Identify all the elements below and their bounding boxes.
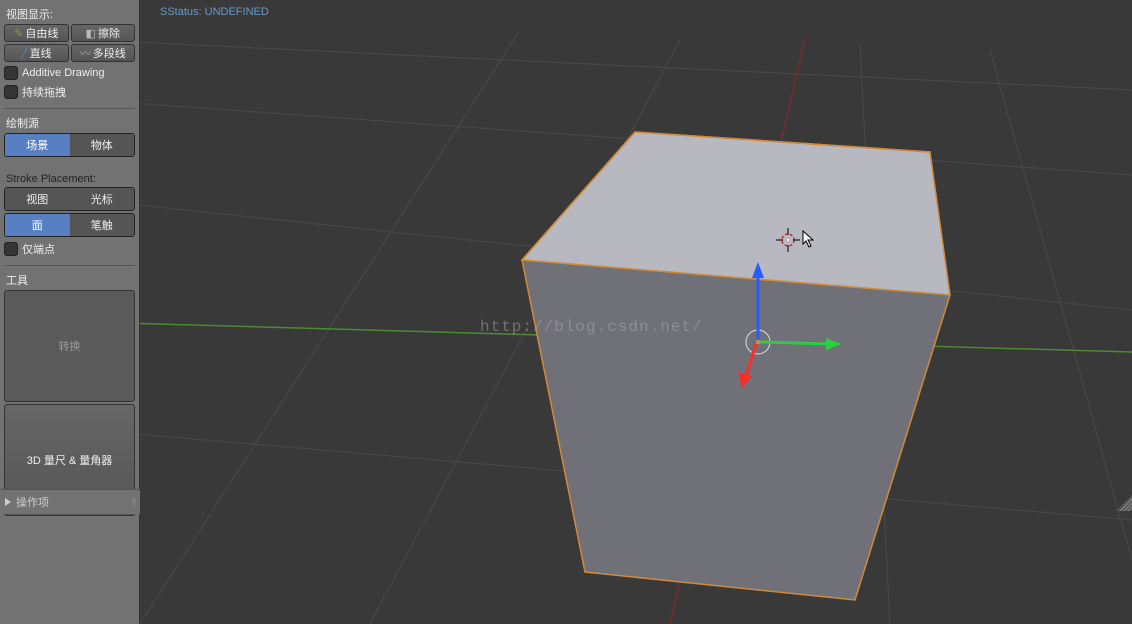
transform-button[interactable]: 转换	[4, 290, 135, 402]
draw-tools-row2: 直线 多段线	[4, 44, 135, 62]
additive-row[interactable]: Additive Drawing	[4, 66, 135, 80]
additive-checkbox[interactable]	[4, 66, 18, 80]
ops-expand-icon[interactable]	[5, 498, 11, 506]
endpoints-row[interactable]: 仅端点	[4, 241, 135, 257]
source-toggle: 场景 物体	[4, 133, 135, 157]
pencil-icon	[14, 27, 23, 40]
continuous-label: 持续拖拽	[22, 84, 66, 100]
3d-viewport[interactable]: SStatus: UNDEFINED	[140, 0, 1132, 624]
sp-cursor-button[interactable]: 光标	[70, 188, 135, 210]
tool-panel: 视图显示: 自由线 擦除 直线 多段线 Additive Drawing 持续拖…	[0, 0, 140, 624]
viewport-scene	[140, 0, 1132, 624]
sp-surface-button[interactable]: 面	[5, 214, 70, 236]
tools-section-label: 工具	[6, 272, 133, 288]
continuous-row[interactable]: 持续拖拽	[4, 84, 135, 100]
stroke-placement-label: Stroke Placement:	[6, 173, 133, 185]
freehand-button[interactable]: 自由线	[4, 24, 69, 42]
endpoints-label: 仅端点	[22, 241, 55, 257]
view-display-label: 视图显示:	[6, 6, 133, 22]
stroke-placement-row1: 视图 光标	[4, 187, 135, 211]
erase-label: 擦除	[98, 25, 120, 41]
additive-label: Additive Drawing	[22, 67, 105, 79]
poly-icon	[80, 45, 91, 61]
poly-label: 多段线	[93, 45, 126, 61]
poly-button[interactable]: 多段线	[71, 44, 136, 62]
transform-gizmo	[738, 262, 842, 388]
line-button[interactable]: 直线	[4, 44, 69, 62]
draw-source-label: 绘制源	[6, 115, 133, 131]
panel-grip-icon[interactable]: ⠿	[131, 498, 136, 507]
area-splitter-icon[interactable]	[1116, 495, 1132, 511]
eraser-icon	[86, 27, 96, 40]
source-scene-button[interactable]: 场景	[5, 134, 70, 156]
continuous-checkbox[interactable]	[4, 85, 18, 99]
3d-cursor-icon	[776, 228, 800, 252]
sp-stroke-button[interactable]: 笔触	[70, 214, 135, 236]
endpoints-checkbox[interactable]	[4, 242, 18, 256]
cube-mesh	[522, 132, 960, 600]
draw-tools-row1: 自由线 擦除	[4, 24, 135, 42]
operations-panel[interactable]: 操作项 ⠿	[0, 489, 140, 514]
mouse-cursor-icon	[802, 230, 816, 248]
status-text: SStatus: UNDEFINED	[160, 6, 269, 18]
sp-view-button[interactable]: 视图	[5, 188, 70, 210]
line-label: 直线	[30, 45, 52, 61]
stroke-placement-row2: 面 笔触	[4, 213, 135, 237]
watermark-text: http://blog.csdn.net/	[480, 318, 703, 336]
erase-button[interactable]: 擦除	[71, 24, 136, 42]
line-icon	[21, 47, 28, 60]
operations-label: 操作项	[16, 494, 49, 510]
source-object-button[interactable]: 物体	[70, 134, 135, 156]
freehand-label: 自由线	[25, 25, 58, 41]
